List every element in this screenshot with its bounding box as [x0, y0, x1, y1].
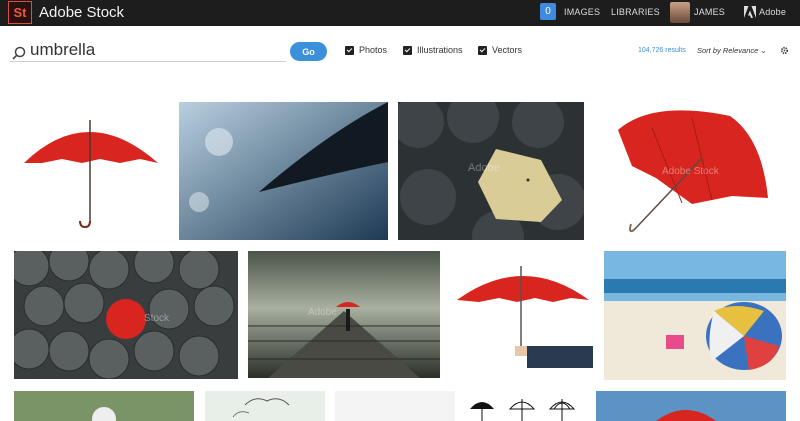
- image-thumbnail[interactable]: [18, 103, 162, 240]
- filter-vectors[interactable]: Vectors: [478, 45, 522, 55]
- image-thumbnail[interactable]: Adobe: [398, 102, 584, 240]
- checkbox-illustrations[interactable]: [403, 45, 412, 55]
- image-thumbnail[interactable]: Adobe Stock: [612, 108, 774, 236]
- filter-illustrations[interactable]: Illustrations: [403, 45, 463, 55]
- watermark: Adobe Stock: [662, 166, 719, 177]
- image-thumbnail[interactable]: [205, 391, 325, 421]
- filter-photos-label: Photos: [359, 45, 388, 55]
- adobe-link[interactable]: Adobe: [759, 7, 786, 17]
- filter-illustrations-label: Illustrations: [417, 45, 463, 55]
- image-thumbnail[interactable]: [179, 102, 388, 240]
- image-thumbnail[interactable]: [14, 391, 194, 421]
- search-input[interactable]: [30, 39, 280, 61]
- filter-photos[interactable]: Photos: [345, 45, 387, 55]
- adobe-icon: [744, 6, 756, 18]
- nav-libraries[interactable]: LIBRARIES: [611, 7, 660, 17]
- watermark: Stock: [144, 313, 170, 324]
- images-count-badge[interactable]: 0: [540, 3, 556, 20]
- avatar[interactable]: [670, 2, 690, 23]
- image-thumbnail[interactable]: [468, 395, 586, 421]
- image-thumbnail[interactable]: [453, 258, 593, 368]
- search-row: Go Photos Illustrations Vectors 104,726 …: [0, 26, 800, 81]
- checkbox-vectors[interactable]: [478, 45, 487, 55]
- adobe-stock-logo[interactable]: St: [8, 1, 32, 24]
- search-icon[interactable]: [12, 46, 26, 60]
- watermark: Adobe: [308, 307, 337, 318]
- image-thumbnail[interactable]: Adobe: [248, 251, 440, 378]
- image-thumbnail[interactable]: Stock: [14, 251, 238, 379]
- top-bar: St Adobe Stock 0 IMAGES LIBRARIES JAMES …: [0, 0, 800, 26]
- app-title[interactable]: Adobe Stock: [39, 4, 124, 21]
- image-thumbnail[interactable]: [335, 391, 455, 421]
- image-thumbnail[interactable]: [604, 251, 786, 380]
- search-underline: [10, 61, 286, 62]
- sort-dropdown[interactable]: Sort by Relevance ⌄: [697, 46, 767, 55]
- gear-icon[interactable]: [780, 46, 789, 55]
- nav-images[interactable]: IMAGES: [564, 7, 600, 17]
- sort-label: Sort by Relevance: [697, 46, 759, 55]
- user-name[interactable]: JAMES: [694, 7, 725, 17]
- image-thumbnail[interactable]: [596, 391, 786, 421]
- go-button[interactable]: Go: [290, 42, 327, 61]
- chevron-down-icon: ⌄: [760, 46, 767, 55]
- watermark: Adobe: [468, 162, 500, 174]
- checkbox-photos[interactable]: [345, 45, 354, 55]
- results-count: 104,726 results: [638, 47, 686, 54]
- filter-vectors-label: Vectors: [492, 45, 523, 55]
